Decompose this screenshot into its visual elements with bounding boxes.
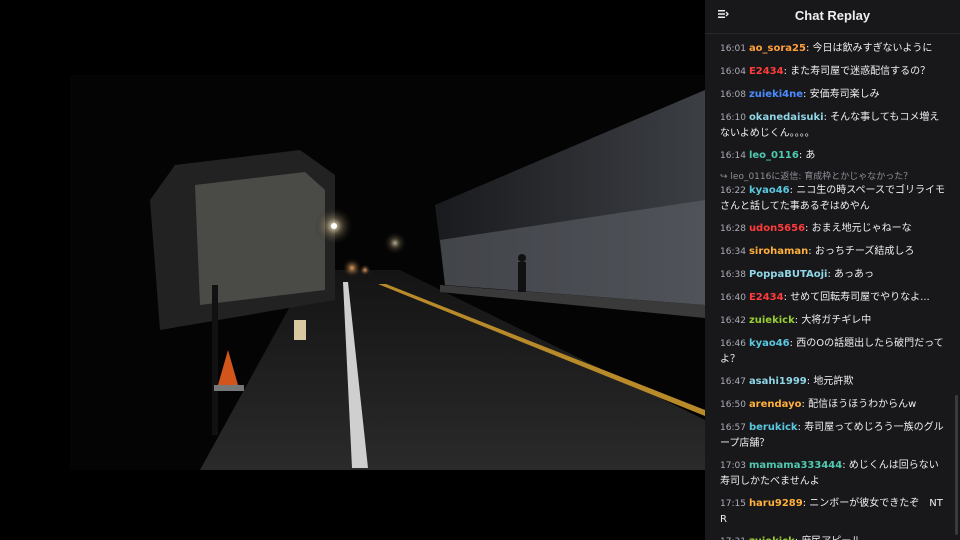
message-timestamp: 16:38 xyxy=(720,270,746,280)
message-timestamp: 16:08 xyxy=(720,90,746,100)
message-timestamp: 16:40 xyxy=(720,293,746,303)
message-timestamp: 16:57 xyxy=(720,423,746,433)
message-username[interactable]: E2434 xyxy=(749,66,784,77)
chat-message: 17:03 mamama333444: めじくんは回らない寿司しかたべませんよ xyxy=(720,458,946,489)
chat-message: 16:28 udon5656: おまえ地元じゃねーな xyxy=(720,221,946,237)
message-username[interactable]: zuieki4ne xyxy=(749,89,803,100)
message-timestamp: 16:50 xyxy=(720,400,746,410)
chat-message: 16:01 ao_sora25: 今日は飲みすぎないように xyxy=(720,41,946,57)
chat-message: 16:04 E2434: また寿司屋で迷惑配信するの？ xyxy=(720,64,946,80)
message-username[interactable]: mamama333444 xyxy=(749,460,842,471)
message-username[interactable]: zuiekick xyxy=(749,315,795,326)
message-timestamp: 16:01 xyxy=(720,44,746,54)
message-username[interactable]: ao_sora25 xyxy=(749,43,806,54)
message-timestamp: 16:14 xyxy=(720,151,746,161)
message-timestamp: 16:04 xyxy=(720,67,746,77)
message-username[interactable]: zuiekick xyxy=(749,536,795,540)
message-username[interactable]: PoppaBUTAoji xyxy=(749,269,828,280)
message-text: 今日は飲みすぎないように xyxy=(812,43,933,54)
chat-message: 16:50 arendayo: 配信ほうほうわからんw xyxy=(720,397,946,413)
message-username[interactable]: kyao46 xyxy=(749,338,790,349)
chat-message: 17:15 haru9289: ニンボーが彼女できたぞ NTR xyxy=(720,496,946,527)
message-timestamp: 16:46 xyxy=(720,339,746,349)
message-text: おっちチーズ結成しろ xyxy=(814,246,915,257)
message-username[interactable]: berukick xyxy=(749,422,798,433)
chat-message: 16:46 kyao46: 西のOの話題出したら破門だってよ？ xyxy=(720,336,946,367)
chat-header: Chat Replay xyxy=(705,0,960,34)
message-text: あ xyxy=(805,150,816,161)
message-timestamp: 16:22 xyxy=(720,186,746,196)
message-timestamp: 17:03 xyxy=(720,461,746,471)
chat-message: 16:34 sirohaman: おっちチーズ結成しろ xyxy=(720,244,946,260)
chat-message: 16:42 zuiekick: 大将ガチギレ中 xyxy=(720,313,946,329)
chat-replay-panel: Chat Replay 16:00 kyoukaisen: 来たイ？エピソード1… xyxy=(705,0,960,540)
message-username[interactable]: haru9289 xyxy=(749,498,803,509)
message-text: あっあっ xyxy=(834,269,875,280)
chat-message: 16:47 asahi1999: 地元許欺 xyxy=(720,374,946,390)
message-text: 大将ガチギレ中 xyxy=(801,315,872,326)
message-username[interactable]: okanedaisuki xyxy=(749,112,824,123)
message-username[interactable]: asahi1999 xyxy=(749,376,807,387)
message-username[interactable]: E2434 xyxy=(749,292,784,303)
message-timestamp: 16:42 xyxy=(720,316,746,326)
panel-title: Chat Replay xyxy=(794,8,871,23)
message-text: 庶民アピール xyxy=(801,536,861,540)
chat-message: 16:57 berukick: 寿司屋ってめじろう一族のグループ店舗？ xyxy=(720,420,946,451)
chat-message: 16:14 leo_0116: あ xyxy=(720,148,946,164)
message-username[interactable]: kyao46 xyxy=(749,185,790,196)
message-username[interactable]: arendayo xyxy=(749,399,802,410)
chat-message-list[interactable]: 16:00 kyoukaisen: 来たイ？エピソード16:01ao_sora2… xyxy=(705,27,960,540)
chat-message: 16:22 kyao46: ニコ生の時スペースでゴリライモさんと話してた事あるぞは… xyxy=(720,183,946,214)
message-text: 地元許欺 xyxy=(813,376,854,387)
message-timestamp: 16:28 xyxy=(720,224,746,234)
chat-message: 16:08 zuieki4ne: 安価寿司楽しみ xyxy=(720,87,946,103)
message-text: 配信ほうほうわからんw xyxy=(808,399,917,410)
chat-message: 16:40 E2434: せめて回転寿司屋でやりなよ... xyxy=(720,290,946,306)
chat-message: 16:10 okanedaisuki: そんな事してもコメ増えないよめじくん。。。… xyxy=(720,110,946,141)
message-timestamp: 16:47 xyxy=(720,377,746,387)
message-timestamp: 16:10 xyxy=(720,113,746,123)
message-text: せめて回転寿司屋でやりなよ... xyxy=(790,292,930,303)
message-text: おまえ地元じゃねーな xyxy=(811,223,912,234)
chat-message: 17:31zuiekick: 庶民アピール xyxy=(720,534,946,540)
message-username[interactable]: leo_0116 xyxy=(749,150,799,161)
message-text: また寿司屋で迷惑配信するの？ xyxy=(790,66,931,77)
video-frame xyxy=(0,0,705,540)
message-text: 安価寿司楽しみ xyxy=(809,89,880,100)
reply-context: ↪ leo_0116に返信: 育成枠とかじゃなかった？ xyxy=(720,172,913,182)
chat-scrollbar[interactable] xyxy=(955,395,958,535)
message-username[interactable]: sirohaman xyxy=(749,246,808,257)
message-timestamp: 17:15 xyxy=(720,499,746,509)
video-player[interactable] xyxy=(0,0,705,540)
message-username[interactable]: udon5656 xyxy=(749,223,805,234)
message-timestamp: 16:34 xyxy=(720,247,746,257)
chat-message: 16:38 PoppaBUTAoji: あっあっ xyxy=(720,267,946,283)
